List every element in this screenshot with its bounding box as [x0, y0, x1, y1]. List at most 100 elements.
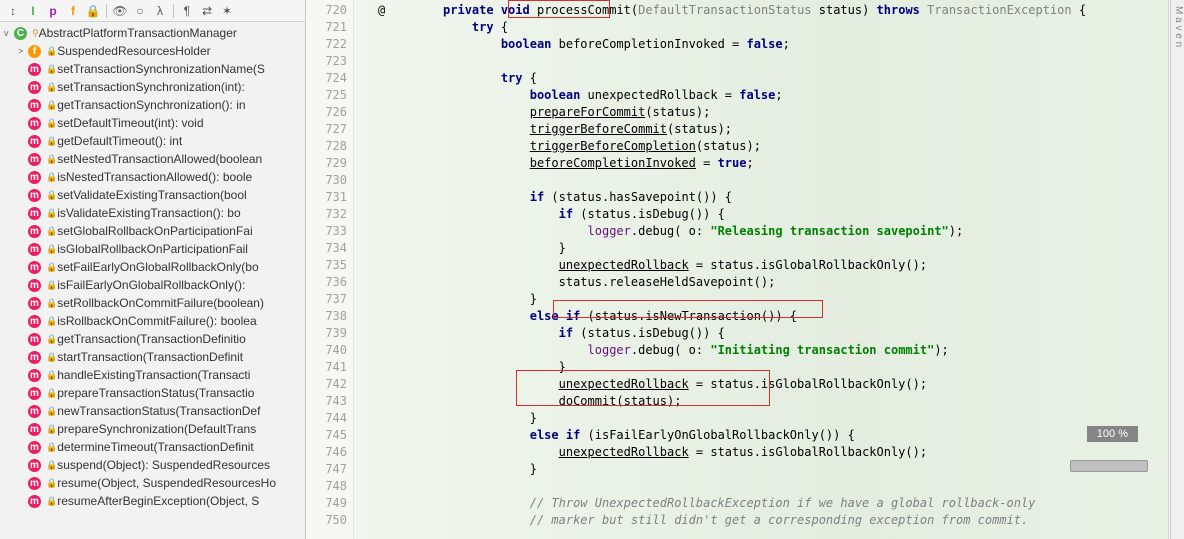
code-line[interactable] [378, 172, 1168, 189]
pilcrow-icon[interactable]: ¶ [178, 2, 196, 20]
code-line[interactable]: } [378, 359, 1168, 376]
tree-item[interactable]: m🔒isGlobalRollbackOnParticipationFail [0, 240, 305, 258]
code-line[interactable]: doCommit(status); [378, 393, 1168, 410]
star-icon[interactable]: ✶ [218, 2, 236, 20]
code-line[interactable]: triggerBeforeCommit(status); [378, 121, 1168, 138]
tree-item[interactable]: m🔒setNestedTransactionAllowed(boolean [0, 150, 305, 168]
line-number[interactable]: 750 [306, 512, 347, 529]
code-line[interactable]: unexpectedRollback = status.isGlobalRoll… [378, 257, 1168, 274]
code-line[interactable]: beforeCompletionInvoked = true; [378, 155, 1168, 172]
code-line[interactable]: if (status.hasSavepoint()) { [378, 189, 1168, 206]
tree-item[interactable]: m🔒setTransactionSynchronizationName(S [0, 60, 305, 78]
line-number[interactable]: 727 [306, 121, 347, 138]
code-line[interactable]: } [378, 410, 1168, 427]
line-number[interactable]: 742 [306, 376, 347, 393]
line-number-gutter[interactable]: 7207217227237247257267277287297307317327… [306, 0, 354, 539]
code-line[interactable]: try { [378, 70, 1168, 87]
code-line[interactable]: boolean beforeCompletionInvoked = false; [378, 36, 1168, 53]
line-number[interactable]: 743 [306, 393, 347, 410]
expand-arrow-icon[interactable]: v [4, 28, 14, 38]
code-line[interactable]: // marker but still didn't get a corresp… [378, 512, 1168, 529]
tree-item[interactable]: m🔒setDefaultTimeout(int): void [0, 114, 305, 132]
line-number[interactable]: 749 [306, 495, 347, 512]
swap-icon[interactable]: ⇄ [198, 2, 216, 20]
code-line[interactable]: if (status.isDebug()) { [378, 206, 1168, 223]
line-number[interactable]: 720 [306, 2, 347, 19]
line-number[interactable]: 744 [306, 410, 347, 427]
code-editor[interactable]: @ private void processCommit(DefaultTran… [354, 0, 1168, 539]
code-line[interactable] [378, 53, 1168, 70]
tree-item[interactable]: m🔒resumeAfterBeginException(Object, S [0, 492, 305, 510]
tree-item[interactable]: m🔒determineTimeout(TransactionDefinit [0, 438, 305, 456]
sort-icon[interactable]: ↕ [4, 2, 22, 20]
code-line[interactable]: } [378, 291, 1168, 308]
tree-item[interactable]: m🔒setValidateExistingTransaction(bool [0, 186, 305, 204]
code-line[interactable]: } [378, 240, 1168, 257]
code-line[interactable]: triggerBeforeCompletion(status); [378, 138, 1168, 155]
line-number[interactable]: 724 [306, 70, 347, 87]
tree-item[interactable]: m🔒isFailEarlyOnGlobalRollbackOnly(): [0, 276, 305, 294]
tree-item[interactable]: m🔒resume(Object, SuspendedResourcesHo [0, 474, 305, 492]
code-line[interactable]: logger.debug( o: "Initiating transaction… [378, 342, 1168, 359]
code-line[interactable]: else if (isFailEarlyOnGlobalRollbackOnly… [378, 427, 1168, 444]
maven-tool-tab[interactable]: M a v e n [1170, 0, 1184, 539]
filter-property-icon[interactable]: p [44, 2, 62, 20]
tree-item[interactable]: m🔒prepareSynchronization(DefaultTrans [0, 420, 305, 438]
filter-field-icon[interactable]: f [64, 2, 82, 20]
line-number[interactable]: 731 [306, 189, 347, 206]
tree-item[interactable]: m🔒setTransactionSynchronization(int): [0, 78, 305, 96]
code-line[interactable]: } [378, 461, 1168, 478]
line-number[interactable]: 733 [306, 223, 347, 240]
line-number[interactable]: 747 [306, 461, 347, 478]
circle-icon[interactable]: ○ [131, 2, 149, 20]
line-number[interactable]: 734 [306, 240, 347, 257]
code-area[interactable]: @ private void processCommit(DefaultTran… [354, 0, 1168, 531]
tree-item[interactable]: m🔒prepareTransactionStatus(Transactio [0, 384, 305, 402]
visibility-icon[interactable]: 👁 [111, 2, 129, 20]
tree-item[interactable]: m🔒getTransaction(TransactionDefinitio [0, 330, 305, 348]
tree-root[interactable]: v C ⚲ AbstractPlatformTransactionManager [0, 24, 305, 42]
code-line[interactable]: logger.debug( o: "Releasing transaction … [378, 223, 1168, 240]
line-number[interactable]: 728 [306, 138, 347, 155]
code-line[interactable]: prepareForCommit(status); [378, 104, 1168, 121]
tree-item[interactable]: m🔒suspend(Object): SuspendedResources [0, 456, 305, 474]
tree-item[interactable]: >f🔒SuspendedResourcesHolder [0, 42, 305, 60]
line-number[interactable]: 738 [306, 308, 347, 325]
line-number[interactable]: 723 [306, 53, 347, 70]
tree-item[interactable]: m🔒setFailEarlyOnGlobalRollbackOnly(bo [0, 258, 305, 276]
tree-item[interactable]: m🔒isNestedTransactionAllowed(): boole [0, 168, 305, 186]
line-number[interactable]: 748 [306, 478, 347, 495]
code-line[interactable] [378, 478, 1168, 495]
code-line[interactable]: boolean unexpectedRollback = false; [378, 87, 1168, 104]
line-number[interactable]: 722 [306, 36, 347, 53]
line-number[interactable]: 721 [306, 19, 347, 36]
code-line[interactable]: // Throw UnexpectedRollbackException if … [378, 495, 1168, 512]
tree-item[interactable]: m🔒setGlobalRollbackOnParticipationFai [0, 222, 305, 240]
lock-icon[interactable]: 🔒 [84, 2, 102, 20]
line-number[interactable]: 735 [306, 257, 347, 274]
line-number[interactable]: 736 [306, 274, 347, 291]
structure-tree[interactable]: v C ⚲ AbstractPlatformTransactionManager… [0, 22, 305, 539]
tree-item[interactable]: m🔒newTransactionStatus(TransactionDef [0, 402, 305, 420]
tree-item[interactable]: m🔒isRollbackOnCommitFailure(): boolea [0, 312, 305, 330]
tree-item[interactable]: m🔒startTransaction(TransactionDefinit [0, 348, 305, 366]
tree-item[interactable]: m🔒handleExistingTransaction(Transacti [0, 366, 305, 384]
tree-item[interactable]: m🔒setRollbackOnCommitFailure(boolean) [0, 294, 305, 312]
line-number[interactable]: 732 [306, 206, 347, 223]
line-number[interactable]: 729 [306, 155, 347, 172]
code-line[interactable]: status.releaseHeldSavepoint(); [378, 274, 1168, 291]
filter-interface-icon[interactable]: I [24, 2, 42, 20]
line-number[interactable]: 746 [306, 444, 347, 461]
expand-arrow-icon[interactable]: > [18, 46, 28, 56]
line-number[interactable]: 741 [306, 359, 347, 376]
line-number[interactable]: 737 [306, 291, 347, 308]
line-number[interactable]: 740 [306, 342, 347, 359]
line-number[interactable]: 725 [306, 87, 347, 104]
code-line[interactable]: else if (status.isNewTransaction()) { [378, 308, 1168, 325]
line-number[interactable]: 726 [306, 104, 347, 121]
code-line[interactable]: unexpectedRollback = status.isGlobalRoll… [378, 376, 1168, 393]
code-line[interactable]: if (status.isDebug()) { [378, 325, 1168, 342]
code-line[interactable]: unexpectedRollback = status.isGlobalRoll… [378, 444, 1168, 461]
tree-item[interactable]: m🔒getTransactionSynchronization(): in [0, 96, 305, 114]
code-line[interactable]: try { [378, 19, 1168, 36]
